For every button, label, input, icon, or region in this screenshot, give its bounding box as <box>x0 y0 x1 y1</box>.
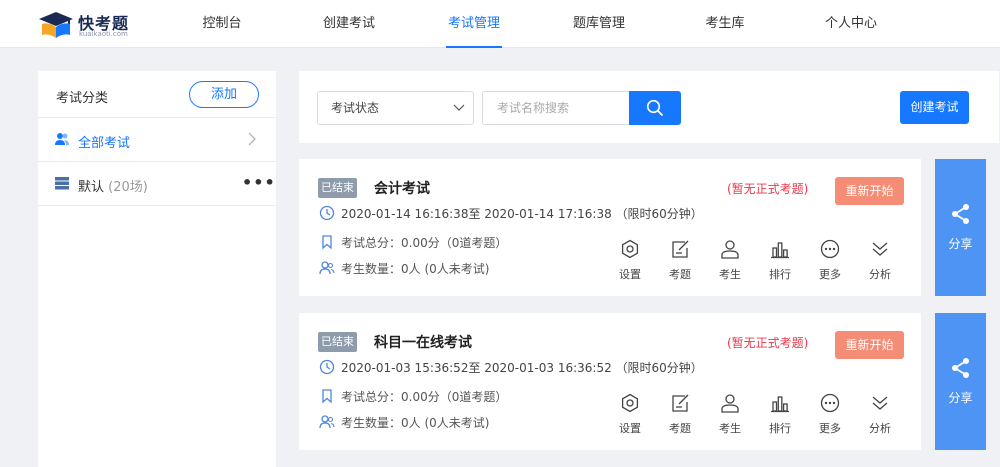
more-action[interactable]: 更多 <box>810 393 850 437</box>
no-questions-notice: (暂无正式考题) <box>727 182 809 196</box>
create-exam-button[interactable]: 创建考试 <box>900 91 969 124</box>
nav-question-bank[interactable]: 题库管理 <box>571 0 627 48</box>
top-header: 快考题 kuaikaoti.com 控制台 创建考试 考试管理 题库管理 考生库… <box>0 0 1000 48</box>
exam-actions: 设置 考题 考生 排行 更多 分析 <box>605 393 905 437</box>
nav-dashboard[interactable]: 控制台 <box>197 0 247 48</box>
exam-search-input[interactable] <box>482 91 630 125</box>
action-label: 更多 <box>819 422 841 435</box>
ranking-action[interactable]: 排行 <box>760 393 800 437</box>
more-icon[interactable]: ••• <box>242 173 276 192</box>
more-icon <box>820 393 840 413</box>
bar-chart-icon <box>771 396 789 413</box>
edit-icon <box>672 240 689 258</box>
share-icon <box>952 358 969 378</box>
chevron-double-down-icon <box>872 396 888 410</box>
users-icon <box>55 133 69 145</box>
logo-subtitle: kuaikaoti.com <box>79 30 128 38</box>
logo[interactable]: 快考题 kuaikaoti.com <box>38 9 138 41</box>
settings-action[interactable]: 设置 <box>610 239 650 283</box>
sidebar-title: 考试分类 <box>56 91 109 106</box>
action-label: 设置 <box>619 422 641 435</box>
exam-title[interactable]: 会计考试 <box>374 178 430 198</box>
exam-card: 已结束 科目一在线考试 (暂无正式考题) 重新开始 2020-01-03 15:… <box>299 313 921 450</box>
action-label: 设置 <box>619 268 641 281</box>
category-count: (20场) <box>108 180 148 195</box>
exam-toolbar: 考试状态 创建考试 <box>299 71 999 143</box>
action-label: 考题 <box>669 268 691 281</box>
questions-action[interactable]: 考题 <box>660 393 700 437</box>
share-icon <box>952 204 969 224</box>
more-action[interactable]: 更多 <box>810 239 850 283</box>
exam-card: 已结束 会计考试 (暂无正式考题) 重新开始 2020-01-14 16:16:… <box>299 159 921 296</box>
action-label: 分析 <box>869 268 891 281</box>
action-label: 排行 <box>769 268 791 281</box>
no-questions-notice: (暂无正式考题) <box>727 336 809 350</box>
analysis-action[interactable]: 分析 <box>860 239 900 283</box>
exam-time: 2020-01-03 15:36:52至 2020-01-03 16:36:52… <box>341 361 703 375</box>
exam-examinee-count: 考生数量：0人 (0人未考试) <box>341 262 490 276</box>
exam-status-select-value: 考试状态 <box>331 101 380 115</box>
share-button[interactable]: 分享 <box>935 159 986 296</box>
more-icon <box>820 239 840 259</box>
sidebar-item-label: 全部考试 <box>78 136 131 151</box>
users-icon <box>319 415 335 429</box>
action-label: 考生 <box>719 422 741 435</box>
layers-icon <box>55 177 69 190</box>
users-icon <box>319 261 335 275</box>
status-badge: 已结束 <box>318 332 357 352</box>
search-button[interactable] <box>629 91 681 125</box>
exam-actions: 设置 考题 考生 排行 更多 分析 <box>605 239 905 283</box>
exam-examinee-count: 考生数量：0人 (0人未考试) <box>341 416 490 430</box>
gear-icon <box>621 393 639 413</box>
examinees-action[interactable]: 考生 <box>710 393 750 437</box>
restart-button[interactable]: 重新开始 <box>835 177 904 205</box>
sidebar-item-all-exams[interactable]: 全部考试 <box>38 118 276 162</box>
gear-icon <box>621 239 639 259</box>
user-icon <box>721 394 739 413</box>
sidebar-header: 考试分类 添加 <box>38 71 276 118</box>
clock-icon <box>319 359 335 375</box>
action-label: 考生 <box>719 268 741 281</box>
category-name: 默认 <box>78 180 105 195</box>
add-category-button[interactable]: 添加 <box>189 81 259 108</box>
exam-status-select[interactable]: 考试状态 <box>317 91 474 125</box>
action-label: 更多 <box>819 268 841 281</box>
analysis-action[interactable]: 分析 <box>860 393 900 437</box>
questions-action[interactable]: 考题 <box>660 239 700 283</box>
exam-title[interactable]: 科目一在线考试 <box>374 332 472 352</box>
nav-examinee-library[interactable]: 考生库 <box>703 0 747 48</box>
edit-icon <box>672 394 689 412</box>
status-badge: 已结束 <box>318 178 357 198</box>
exam-total-score: 考试总分：0.00分（0道考题） <box>341 390 508 404</box>
action-label: 考题 <box>669 422 691 435</box>
search-icon <box>646 99 664 117</box>
share-label: 分享 <box>948 391 973 405</box>
graduation-cap-icon <box>39 12 73 38</box>
bar-chart-icon <box>771 242 789 259</box>
exam-total-score: 考试总分：0.00分（0道考题） <box>341 236 508 250</box>
share-button[interactable]: 分享 <box>935 313 986 450</box>
share-label: 分享 <box>948 237 973 251</box>
settings-action[interactable]: 设置 <box>610 393 650 437</box>
bookmark-icon <box>322 235 332 250</box>
sidebar-item-label: 默认 (20场) <box>78 176 148 195</box>
restart-button[interactable]: 重新开始 <box>835 331 904 359</box>
category-sidebar: 考试分类 添加 全部考试 默认 (20场) ••• <box>38 71 276 467</box>
nav-personal-center[interactable]: 个人中心 <box>823 0 879 48</box>
chevron-double-down-icon <box>872 242 888 256</box>
sidebar-item-default[interactable]: 默认 (20场) ••• <box>38 162 276 206</box>
bookmark-icon <box>322 389 332 404</box>
chevron-right-icon <box>248 132 256 146</box>
examinees-action[interactable]: 考生 <box>710 239 750 283</box>
nav-exam-management[interactable]: 考试管理 <box>446 0 502 48</box>
chevron-down-icon <box>453 104 465 111</box>
action-label: 分析 <box>869 422 891 435</box>
nav-create-exam[interactable]: 创建考试 <box>321 0 377 48</box>
action-label: 排行 <box>769 422 791 435</box>
user-icon <box>721 240 739 259</box>
ranking-action[interactable]: 排行 <box>760 239 800 283</box>
exam-time: 2020-01-14 16:16:38至 2020-01-14 17:16:38… <box>341 207 703 221</box>
clock-icon <box>319 205 335 221</box>
